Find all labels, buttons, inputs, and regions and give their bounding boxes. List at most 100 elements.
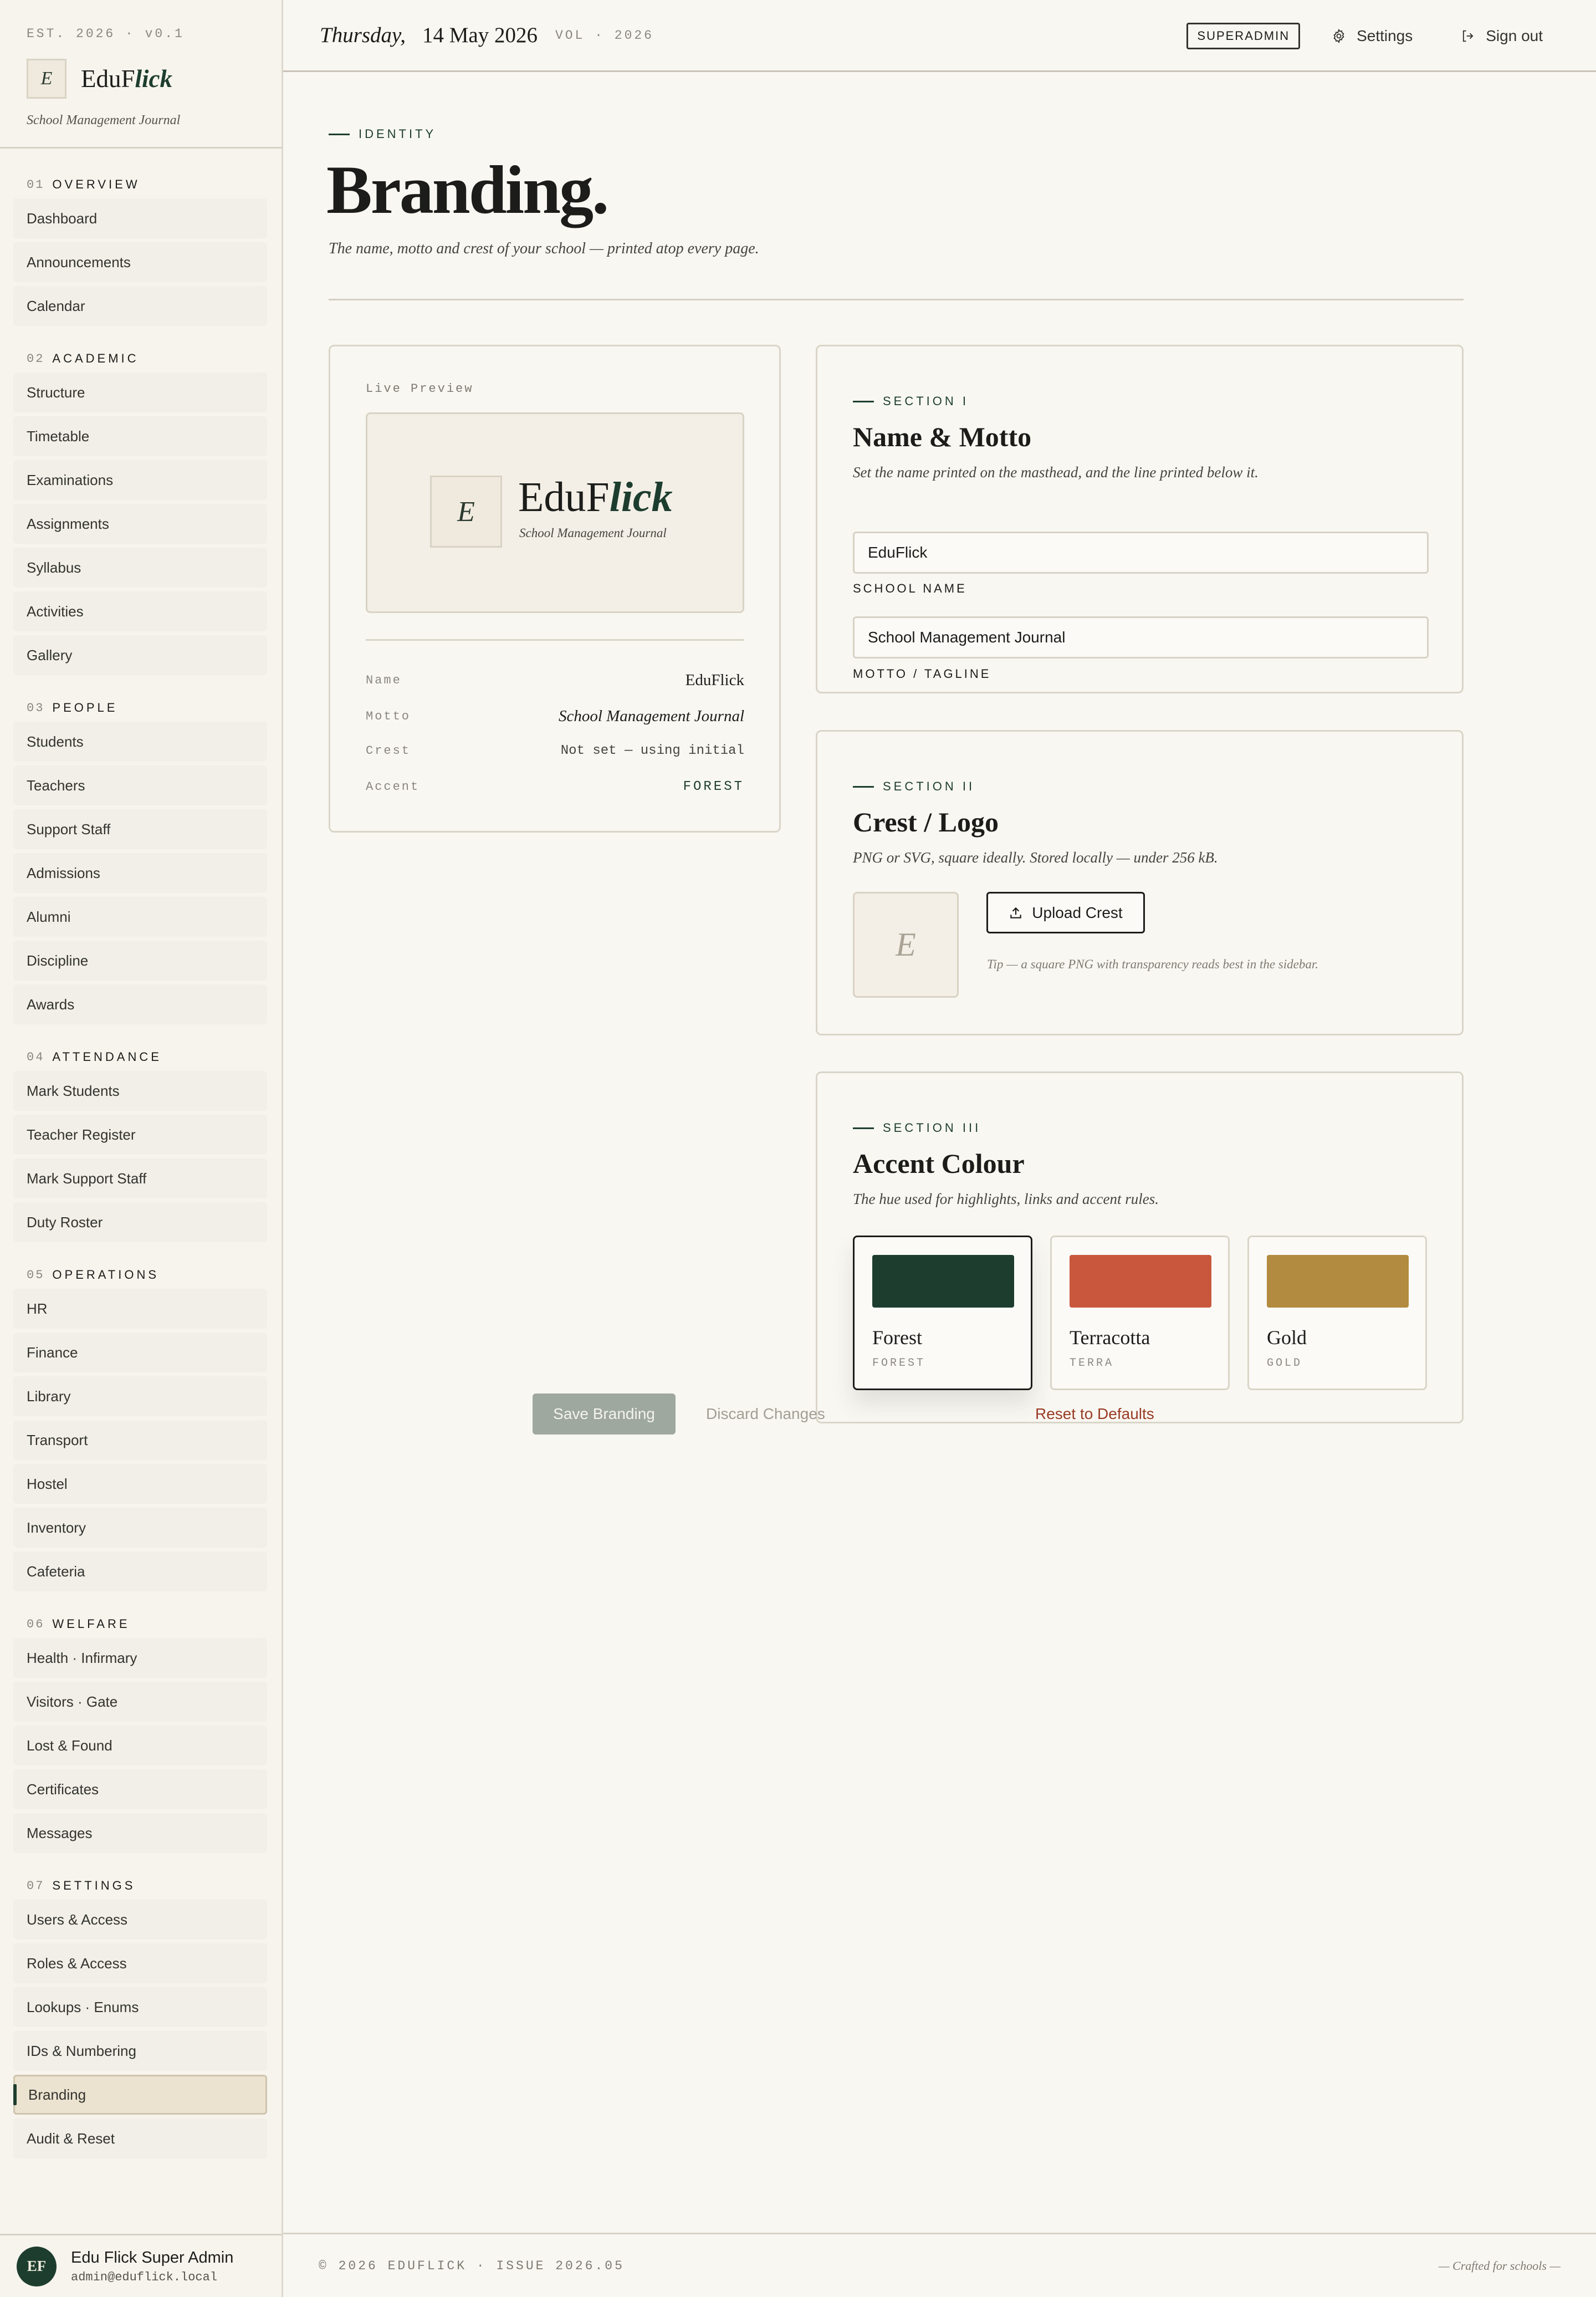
preview-key: Name — [366, 673, 402, 687]
sidebar-item-lost-found[interactable]: Lost & Found — [13, 1726, 267, 1765]
nav-group-number: 02 — [27, 351, 45, 366]
avatar: EF — [17, 2246, 57, 2286]
sidebar-item-students[interactable]: Students — [13, 722, 267, 762]
crest-tip: Tip — a square PNG with transparency rea… — [987, 957, 1318, 971]
sidebar-item-syllabus[interactable]: Syllabus — [13, 548, 267, 588]
sidebar-item-library[interactable]: Library — [13, 1376, 267, 1416]
topbar-date: 14 May 2026 — [422, 23, 538, 47]
sidebar-item-dashboard[interactable]: Dashboard — [13, 198, 267, 238]
sidebar-item-certificates[interactable]: Certificates — [13, 1769, 267, 1809]
nav-group-number: 06 — [27, 1617, 45, 1631]
sidebar-item-hr[interactable]: HR — [13, 1289, 267, 1329]
nav-group-title: 02 ACADEMIC — [0, 345, 282, 372]
nav-group-label: OVERVIEW — [52, 177, 140, 191]
swatch-chip — [872, 1255, 1014, 1308]
section-subtitle: PNG or SVG, square ideally. Stored local… — [853, 849, 1218, 866]
swatch-forest[interactable]: Forest FOREST — [853, 1236, 1032, 1390]
preview-name-main: EduF — [518, 474, 610, 520]
preview-row-motto: Motto School Management Journal — [366, 707, 744, 726]
sign-out-icon — [1463, 30, 1474, 42]
swatch-terracotta[interactable]: Terracotta TERRA — [1050, 1236, 1230, 1390]
nav-group-title: 01 OVERVIEW — [0, 171, 282, 198]
sidebar-item-discipline[interactable]: Discipline — [13, 941, 267, 981]
sidebar-item-branding[interactable]: Branding — [13, 2075, 267, 2115]
sidebar-item-teacher-register[interactable]: Teacher Register — [13, 1115, 267, 1155]
preview-label: Live Preview — [366, 382, 474, 396]
sidebar-item-duty-roster[interactable]: Duty Roster — [13, 1202, 267, 1242]
nav-group-title: 07 SETTINGS — [0, 1872, 282, 1900]
save-branding-button[interactable]: Save Branding — [533, 1393, 676, 1435]
section-eyebrow: SECTION III — [853, 1121, 981, 1135]
sidebar-item-gallery[interactable]: Gallery — [13, 635, 267, 675]
sidebar-item-admissions[interactable]: Admissions — [13, 853, 267, 893]
sidebar-item-alumni[interactable]: Alumni — [13, 897, 267, 937]
brand-name-main: EduF — [81, 65, 135, 93]
preview-key: Crest — [366, 744, 411, 758]
school-name-field[interactable] — [853, 532, 1429, 574]
swatch-chip — [1267, 1255, 1409, 1308]
sidebar-item-announcements[interactable]: Announcements — [13, 242, 267, 282]
nav-group-welfare: 06 WELFARE Health · Infirmary Visitors · Ga… — [0, 1610, 282, 1853]
sidebar-item-roles-access[interactable]: Roles & Access — [13, 1943, 267, 1983]
upload-crest-button[interactable]: Upload Crest — [986, 892, 1145, 933]
nav-group-number: 03 — [27, 701, 45, 715]
preview-crest-icon: E — [430, 476, 502, 548]
nav-group-label: ACADEMIC — [52, 351, 139, 365]
nav-group-title: 04 ATTENDANCE — [0, 1043, 282, 1071]
section-title: Accent Colour — [853, 1148, 1025, 1179]
sidebar-item-transport[interactable]: Transport — [13, 1420, 267, 1460]
nav-group-academic: 02 ACADEMIC Structure Timetable Examinations… — [0, 345, 282, 675]
sidebar-item-assignments[interactable]: Assignments — [13, 504, 267, 544]
sidebar-item-cafeteria[interactable]: Cafeteria — [13, 1551, 267, 1591]
sidebar-item-structure[interactable]: Structure — [13, 372, 267, 412]
upload-label: Upload Crest — [1032, 904, 1123, 921]
nav-group-people: 03 PEOPLE Students Teachers Support Staff Adm… — [0, 694, 282, 1024]
motto-field[interactable] — [853, 616, 1429, 659]
accent-colour-section: SECTION III Accent Colour The hue used f… — [816, 1071, 1464, 1423]
nav-group-operations: 05 OPERATIONS HR Finance Library Transport Hos… — [0, 1261, 282, 1591]
sidebar-item-mark-students[interactable]: Mark Students — [13, 1071, 267, 1111]
sidebar-item-lookups-enums[interactable]: Lookups · Enums — [13, 1987, 267, 2027]
sidebar-item-examinations[interactable]: Examinations — [13, 460, 267, 500]
settings-link[interactable]: Settings — [1331, 27, 1413, 45]
signout-link[interactable]: Sign out — [1460, 27, 1543, 45]
section-title: Name & Motto — [853, 421, 1032, 452]
sidebar-item-mark-support-staff[interactable]: Mark Support Staff — [13, 1158, 267, 1198]
signout-label: Sign out — [1486, 27, 1543, 44]
sidebar-item-hostel[interactable]: Hostel — [13, 1464, 267, 1504]
sidebar-item-health-infirmary[interactable]: Health · Infirmary — [13, 1638, 267, 1678]
nav-group-number: 04 — [27, 1050, 45, 1064]
sidebar-item-visitors-gate[interactable]: Visitors · Gate — [13, 1682, 267, 1722]
sidebar-item-calendar[interactable]: Calendar — [13, 286, 267, 326]
discard-changes-button[interactable]: Discard Changes — [706, 1393, 825, 1435]
sidebar-item-ids-numbering[interactable]: IDs & Numbering — [13, 2031, 267, 2071]
crest-section: SECTION II Crest / Logo PNG or SVG, squa… — [816, 730, 1464, 1035]
user-email: admin@eduflick.local — [71, 2270, 218, 2284]
page-divider — [329, 299, 1464, 300]
topbar-volume: VOL · 2026 — [555, 28, 654, 43]
sidebar-item-activities[interactable]: Activities — [13, 591, 267, 631]
sidebar-item-audit-reset[interactable]: Audit & Reset — [13, 2119, 267, 2158]
sidebar-item-timetable[interactable]: Timetable — [13, 416, 267, 456]
sidebar-brand[interactable]: E EduFlick — [27, 59, 256, 99]
nav-group-label: OPERATIONS — [52, 1268, 160, 1282]
sidebar-item-finance[interactable]: Finance — [13, 1333, 267, 1372]
nav-group-title: 03 PEOPLE — [0, 694, 282, 722]
section-eyebrow: SECTION II — [853, 779, 975, 794]
page-title: Branding. — [326, 152, 609, 228]
footer-credit: — Crafted for schools — — [1438, 2259, 1561, 2273]
sidebar-item-teachers[interactable]: Teachers — [13, 765, 267, 805]
sidebar-item-messages[interactable]: Messages — [13, 1813, 267, 1853]
sidebar-item-awards[interactable]: Awards — [13, 984, 267, 1024]
user-card[interactable]: EF Edu Flick Super Admin admin@eduflick.… — [0, 2234, 282, 2297]
sidebar-item-support-staff[interactable]: Support Staff — [13, 809, 267, 849]
user-info: Edu Flick Super Admin admin@eduflick.loc… — [71, 2249, 233, 2284]
sidebar-item-inventory[interactable]: Inventory — [13, 1508, 267, 1548]
preview-value: School Management Journal — [558, 707, 744, 725]
swatch-gold[interactable]: Gold GOLD — [1247, 1236, 1427, 1390]
topbar: Thursday, 14 May 2026 VOL · 2026 SUPERAD… — [283, 0, 1596, 72]
reset-defaults-button[interactable]: Reset to Defaults — [1035, 1393, 1154, 1435]
preview-value: EduFlick — [685, 671, 744, 689]
swatch-code: FOREST — [872, 1357, 926, 1370]
sidebar-item-users-access[interactable]: Users & Access — [13, 1900, 267, 1939]
